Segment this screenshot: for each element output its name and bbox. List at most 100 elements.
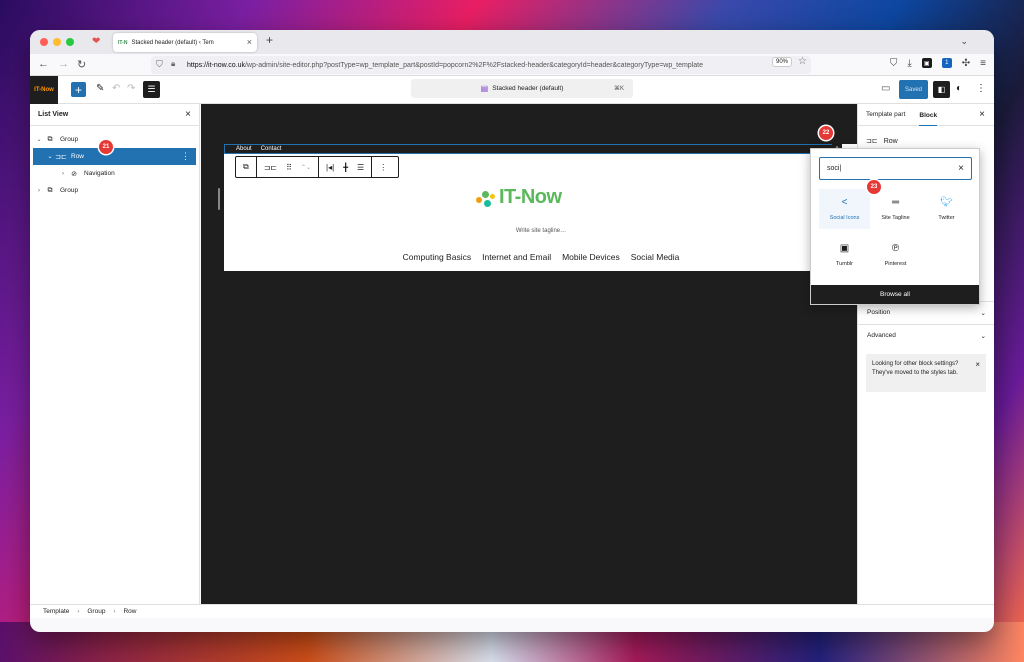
select-parent-icon[interactable]: ⧉ bbox=[243, 162, 249, 172]
block-inserter-plus-icon[interactable]: + bbox=[71, 82, 86, 97]
canvas-resize-handle[interactable] bbox=[218, 188, 220, 210]
site-title: IT-Now bbox=[499, 186, 562, 208]
group-block-icon: ⧉ bbox=[47, 135, 53, 143]
extension-count-icon[interactable]: 1 bbox=[941, 58, 952, 68]
nav-link-about[interactable]: About bbox=[236, 146, 252, 152]
list-item-group[interactable]: ⌄ ⧉ Group bbox=[30, 131, 199, 148]
undo-icon[interactable]: ↶ bbox=[112, 83, 120, 94]
download-icon[interactable]: ⤓ bbox=[907, 58, 911, 69]
browse-all-button[interactable]: Browse all bbox=[811, 285, 979, 304]
reload-icon[interactable]: ↻ bbox=[77, 58, 86, 71]
new-tab-button[interactable]: + bbox=[266, 33, 273, 47]
block-option-social-icons[interactable]: < Social Icons bbox=[819, 189, 870, 229]
tagline-icon: ═ bbox=[891, 197, 900, 208]
styles-contrast-icon[interactable]: ◐ bbox=[956, 83, 962, 94]
block-option-pinterest[interactable]: ℗ Pinterest bbox=[870, 235, 921, 275]
block-option-twitter[interactable]: 🐦︎ Twitter bbox=[921, 189, 972, 229]
site-logo[interactable]: IT-Now bbox=[474, 186, 562, 209]
maximize-window-button[interactable] bbox=[66, 38, 74, 46]
clear-search-icon[interactable]: × bbox=[958, 163, 964, 174]
chevron-right-icon[interactable]: › bbox=[58, 171, 68, 177]
pencil-tools-icon[interactable]: ✎ bbox=[96, 83, 104, 94]
chevron-right-icon[interactable]: › bbox=[34, 188, 44, 194]
chevron-down-icon[interactable]: ⌄ bbox=[960, 36, 968, 47]
nav-link-social-media[interactable]: Social Media bbox=[631, 252, 680, 262]
tab-close-icon[interactable]: × bbox=[247, 37, 252, 47]
settings-sidebar-icon[interactable]: ◧ bbox=[933, 81, 950, 98]
redo-icon[interactable]: ↷ bbox=[127, 83, 135, 94]
main-navigation: Computing Basics Internet and Email Mobi… bbox=[224, 252, 858, 262]
justify-center-icon[interactable]: ╋ bbox=[343, 163, 348, 172]
top-navigation-row[interactable]: About Contact bbox=[224, 144, 835, 154]
list-item-row[interactable]: ⌄ ⊐⊏ Row ⋮ bbox=[33, 148, 196, 165]
nav-link-mobile-devices[interactable]: Mobile Devices bbox=[562, 252, 620, 262]
tab-favicon: IT-N bbox=[118, 39, 128, 46]
block-mover: ⊐⊏ ⠿ ⌃⌄ bbox=[257, 157, 320, 177]
list-view-toggle-icon[interactable]: ☰ bbox=[143, 81, 160, 98]
nav-link-computing-basics[interactable]: Computing Basics bbox=[403, 252, 472, 262]
lock-icon[interactable]: 🔒︎ bbox=[171, 59, 175, 69]
chevron-down-icon: ⌄ bbox=[980, 309, 986, 317]
parent-select: ⧉ bbox=[236, 157, 257, 177]
block-results: < Social Icons ═ Site Tagline 🐦︎ Twitter… bbox=[819, 189, 972, 275]
breadcrumb-template[interactable]: Template bbox=[43, 608, 69, 615]
chevron-down-icon: ⌄ bbox=[980, 332, 986, 340]
close-icon[interactable]: × bbox=[185, 109, 191, 120]
chevron-down-icon[interactable]: ⌄ bbox=[34, 136, 44, 143]
tab-block[interactable]: Block bbox=[919, 112, 938, 126]
block-option-site-tagline[interactable]: ═ Site Tagline bbox=[870, 189, 921, 229]
zoom-level[interactable]: 90% bbox=[772, 57, 793, 67]
chevron-down-icon[interactable]: ⌄ bbox=[45, 153, 55, 160]
pocket-save-icon[interactable]: ⛉ bbox=[890, 58, 898, 69]
drag-handle-icon[interactable]: ⠿ bbox=[286, 163, 292, 172]
site-logo-text: IT-Now bbox=[34, 87, 54, 93]
block-search-input[interactable]: soci | × bbox=[819, 157, 972, 180]
close-window-button[interactable] bbox=[40, 38, 48, 46]
site-tagline[interactable]: Write site tagline… bbox=[224, 228, 858, 234]
close-icon[interactable]: × bbox=[979, 109, 985, 120]
block-option-tumblr[interactable]: ▣ Tumblr bbox=[819, 235, 870, 275]
alignment-controls: |◂| ╋ ☰ bbox=[319, 157, 373, 177]
nav-link-internet-email[interactable]: Internet and Email bbox=[482, 252, 551, 262]
list-item-label: Navigation bbox=[84, 170, 115, 177]
saved-button[interactable]: Saved bbox=[899, 80, 928, 99]
nav-link-contact[interactable]: Contact bbox=[261, 146, 282, 152]
justify-left-icon[interactable]: |◂| bbox=[326, 163, 334, 172]
move-up-down-icon[interactable]: ⌃⌄ bbox=[301, 164, 311, 171]
block-option-label: Pinterest bbox=[884, 261, 907, 267]
panel-advanced[interactable]: Advanced ⌄ bbox=[858, 324, 994, 346]
pocket-icon[interactable]: ❤ bbox=[92, 36, 104, 48]
extensions-puzzle-icon[interactable]: ✣ bbox=[962, 58, 970, 69]
breadcrumb-group[interactable]: Group bbox=[87, 608, 105, 615]
tab-template-part[interactable]: Template part bbox=[866, 111, 905, 118]
preview-device-icon[interactable]: ▭ bbox=[881, 83, 890, 94]
bookmark-star-icon[interactable]: ☆ bbox=[798, 56, 807, 67]
more-options: ⋮ bbox=[372, 157, 394, 177]
document-title-bar[interactable]: ▤ Stacked header (default) ⌘K bbox=[411, 79, 633, 98]
minimize-window-button[interactable] bbox=[53, 38, 61, 46]
tab-bar: ❤ IT-N Stacked header (default) ‹ Tem × … bbox=[30, 30, 994, 54]
list-item-label: Group bbox=[60, 136, 79, 143]
share-icon: < bbox=[841, 197, 848, 208]
address-bar[interactable]: ⛉ 🔒︎ https://it-now.co.uk/wp-admin/site-… bbox=[151, 56, 811, 74]
menu-hamburger-icon[interactable]: ≡ bbox=[980, 58, 986, 69]
pinterest-icon: ℗ bbox=[891, 243, 900, 254]
breadcrumb-row[interactable]: Row bbox=[123, 608, 136, 615]
shield-icon[interactable]: ⛉ bbox=[156, 59, 163, 70]
search-value: soci bbox=[827, 165, 840, 172]
editor-body: List View × ⌄ ⧉ Group ⌄ ⊐⊏ Row ⋮ › ⊘ Nav… bbox=[30, 104, 994, 618]
browser-tab[interactable]: IT-N Stacked header (default) ‹ Tem × bbox=[113, 33, 257, 52]
site-logo-button[interactable]: IT-Now bbox=[30, 76, 58, 104]
extension-icon[interactable]: ▣ bbox=[921, 58, 932, 68]
close-icon[interactable]: × bbox=[975, 359, 980, 371]
options-kebab-icon[interactable]: ⋮ bbox=[976, 83, 986, 94]
options-kebab-icon[interactable]: ⋮ bbox=[181, 151, 190, 162]
list-item-group[interactable]: › ⧉ Group bbox=[30, 182, 199, 199]
options-kebab-icon[interactable]: ⋮ bbox=[379, 163, 387, 172]
list-item-navigation[interactable]: › ⊘ Navigation bbox=[30, 165, 199, 182]
row-block-icon[interactable]: ⊐⊏ bbox=[264, 163, 277, 172]
step-badge-22: 22 bbox=[819, 126, 833, 140]
justify-stretch-icon[interactable]: ☰ bbox=[357, 163, 364, 172]
forward-arrow-icon[interactable]: → bbox=[58, 58, 69, 70]
back-arrow-icon[interactable]: ← bbox=[38, 58, 49, 70]
